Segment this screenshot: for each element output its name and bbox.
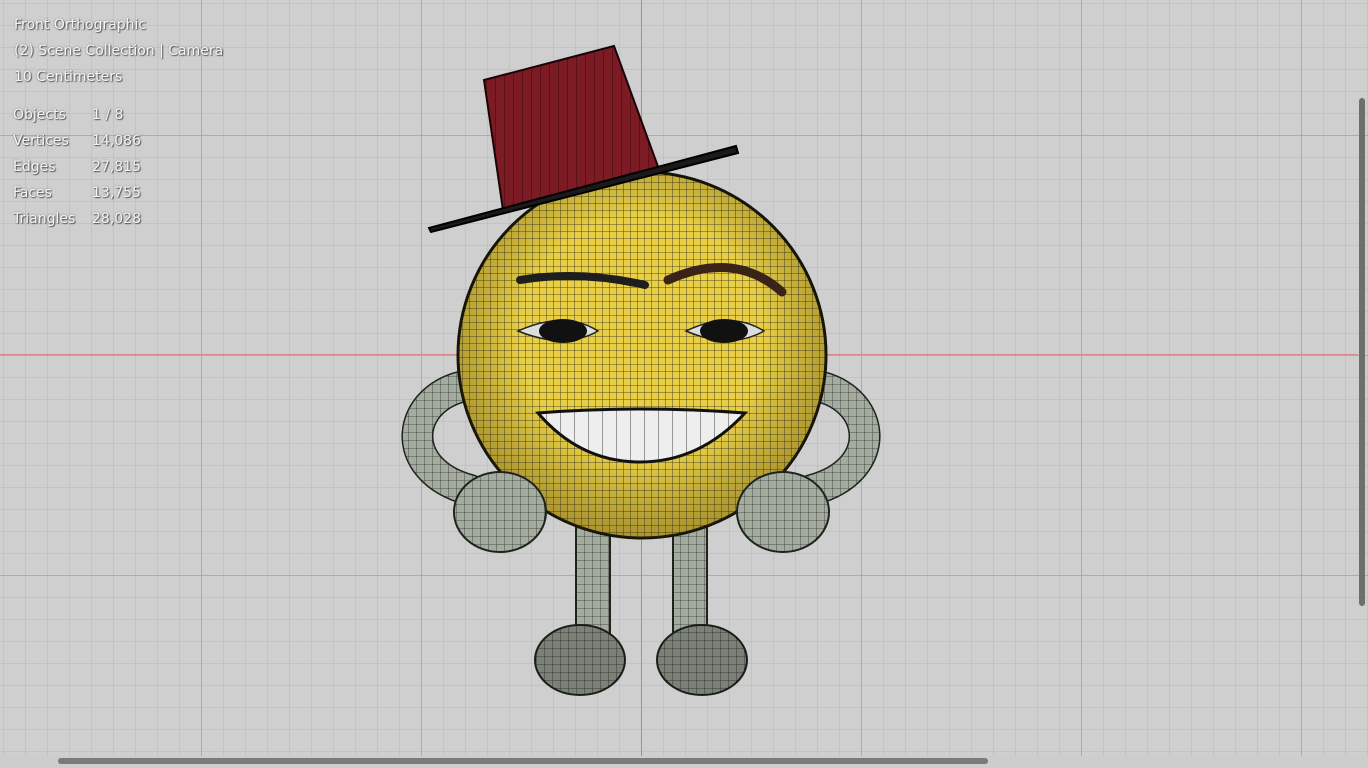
- stat-label: Edges: [13, 159, 56, 175]
- horizontal-scrollbar-thumb[interactable]: [58, 758, 988, 764]
- character-model[interactable]: [0, 0, 1368, 768]
- left-arm[interactable]: [401, 369, 486, 506]
- stat-label: Objects: [13, 107, 66, 123]
- right-hand[interactable]: [736, 471, 830, 553]
- stat-value: 27,815: [92, 159, 141, 175]
- left-foot[interactable]: [534, 624, 626, 696]
- stat-label: Vertices: [13, 133, 69, 149]
- stat-edges: Edges 27,815: [13, 154, 141, 180]
- right-foot[interactable]: [656, 624, 748, 696]
- stat-faces: Faces 13,755: [13, 180, 141, 206]
- stat-objects: Objects 1 / 8: [13, 102, 141, 128]
- stat-triangles: Triangles 28,028: [13, 206, 141, 232]
- left-hand[interactable]: [453, 471, 547, 553]
- stat-value: 14,086: [92, 133, 141, 149]
- stat-vertices: Vertices 14,086: [13, 128, 141, 154]
- 3d-viewport[interactable]: Front Orthographic (2) Scene Collection …: [0, 0, 1368, 768]
- vertical-scrollbar-thumb[interactable]: [1359, 98, 1365, 606]
- collection-info: (2) Scene Collection | Camera: [14, 43, 224, 59]
- stat-label: Triangles: [13, 211, 76, 227]
- scale-info: 10 Centimeters: [14, 69, 123, 85]
- stat-value: 1 / 8: [92, 107, 124, 123]
- stat-label: Faces: [13, 185, 52, 201]
- view-name: Front Orthographic: [14, 17, 147, 33]
- stat-value: 28,028: [92, 211, 141, 227]
- statistics-overlay: Objects 1 / 8 Vertices 14,086 Edges 27,8…: [13, 102, 141, 232]
- stat-value: 13,755: [92, 185, 141, 201]
- viewport-info-overlay: Front Orthographic (2) Scene Collection …: [14, 12, 223, 90]
